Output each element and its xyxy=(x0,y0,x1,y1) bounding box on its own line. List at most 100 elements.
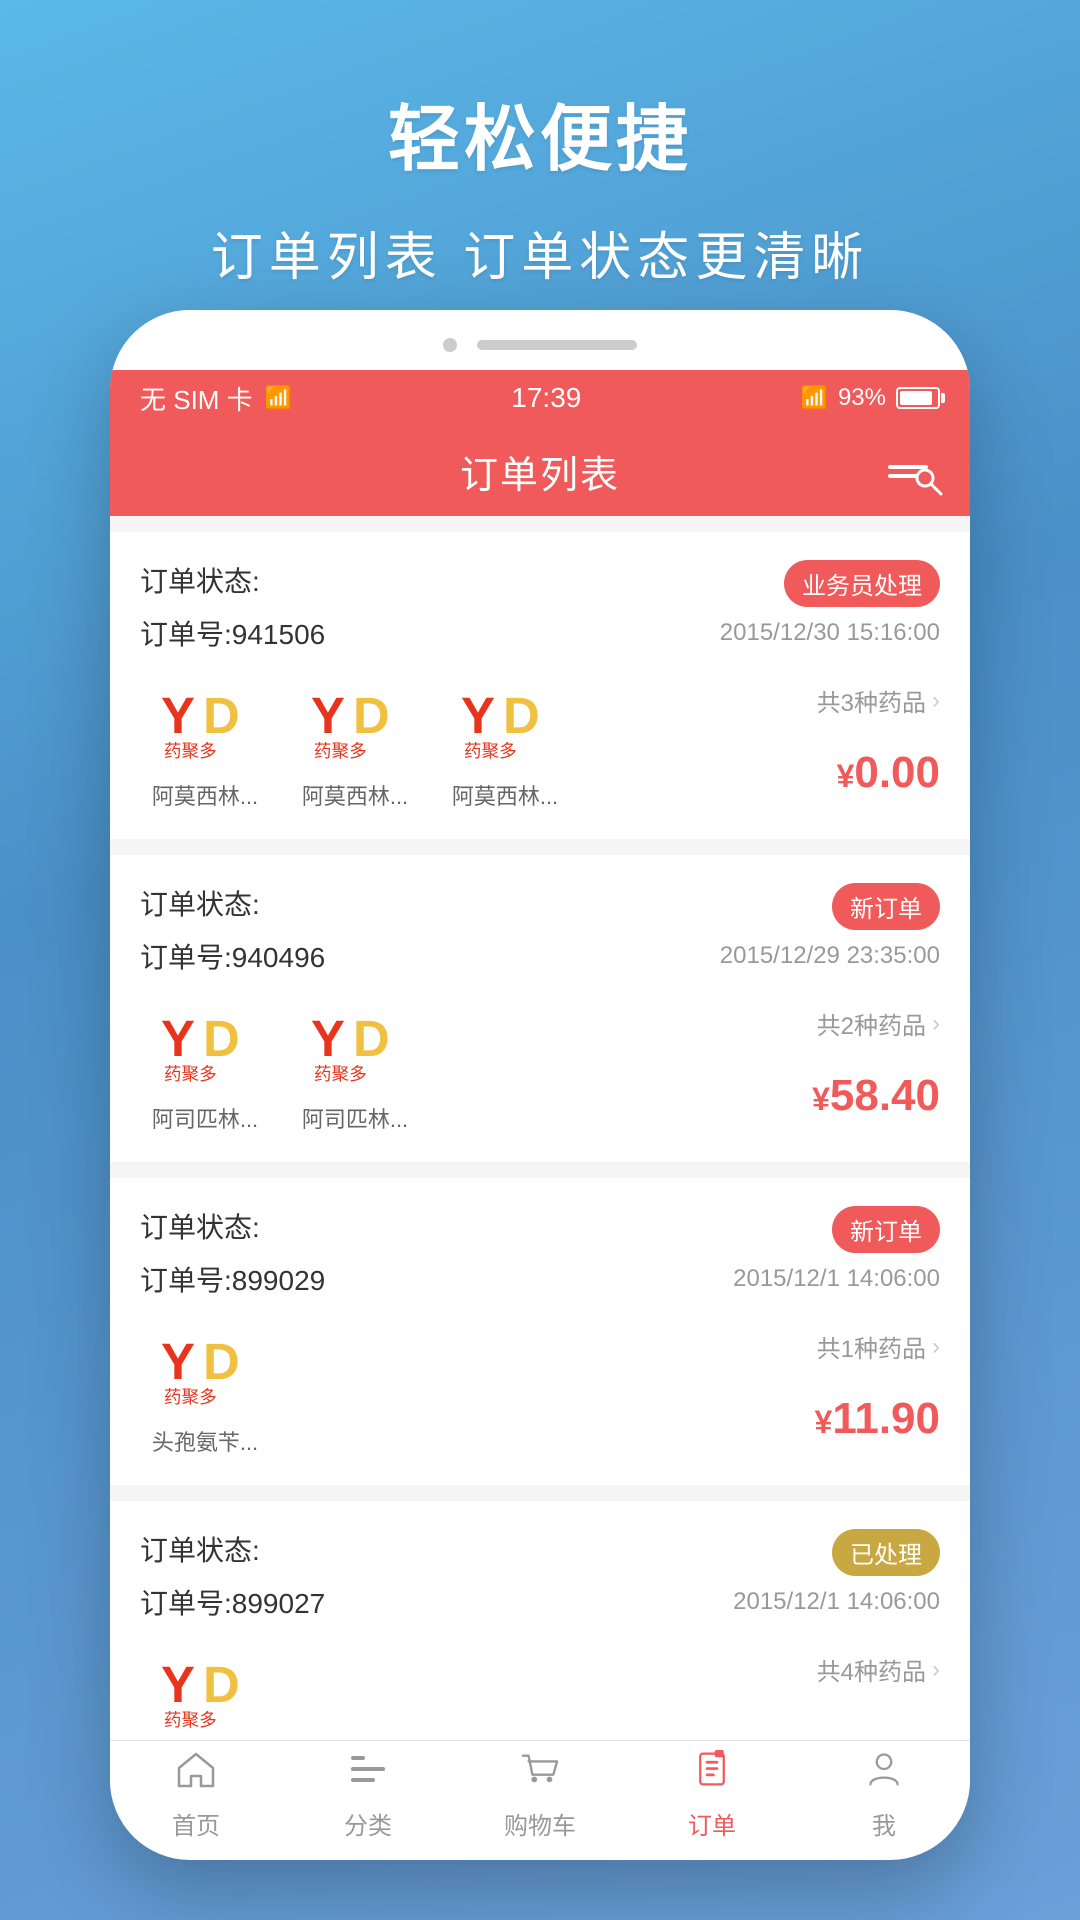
product-logo-1-2: Y D 药聚多 xyxy=(300,673,410,773)
order-header-3: 订单状态: 新订单 xyxy=(140,1206,940,1253)
product-item-2-1: Y D 药聚多 阿司匹林... xyxy=(140,996,270,1134)
product-item-1-3: Y D 药聚多 阿莫西林... xyxy=(440,673,570,811)
products-row-2: Y D 药聚多 阿司匹林... Y D xyxy=(140,996,940,1134)
order-header-4: 订单状态: 已处理 xyxy=(140,1529,940,1576)
status-right: 📶 93% xyxy=(801,384,940,412)
phone-speaker xyxy=(477,340,637,350)
nav-bar: 订单列表 xyxy=(110,426,970,516)
order-status-label-1: 订单状态: xyxy=(140,560,260,600)
product-logo-3-1: Y D 药聚多 xyxy=(150,1319,260,1419)
svg-text:Y: Y xyxy=(161,1010,195,1067)
order-price-3: ¥11.90 xyxy=(815,1394,940,1444)
status-left: 无 SIM 卡 📶 xyxy=(140,380,292,417)
promo-area: 轻松便捷 订单列表 订单状态更清晰 xyxy=(0,0,1080,350)
order-number-3: 订单号:899029 xyxy=(140,1259,325,1299)
phone-mockup: 无 SIM 卡 📶 17:39 📶 93% 订单列表 xyxy=(110,310,970,1860)
product-count-4: 共4种药品 › xyxy=(817,1652,940,1687)
phone-camera xyxy=(443,338,457,352)
status-time: 17:39 xyxy=(511,382,581,414)
product-logo-2-1: Y D 药聚多 xyxy=(150,996,260,1096)
tab-orders-label: 订单 xyxy=(688,1806,736,1841)
order-header-2: 订单状态: 新订单 xyxy=(140,883,940,930)
product-count-1: 共3种药品 › xyxy=(817,683,940,718)
svg-text:D: D xyxy=(503,687,540,744)
tab-orders[interactable]: 订单 xyxy=(626,1750,798,1841)
yd-brand-logo-7: Y D 药聚多 xyxy=(155,1648,255,1736)
order-time-3: 2015/12/1 14:06:00 xyxy=(733,1265,940,1293)
nav-search-filter-button[interactable] xyxy=(888,447,940,495)
svg-text:Y: Y xyxy=(161,687,195,744)
products-list-4: Y D 药聚多 xyxy=(140,1642,760,1740)
product-summary-4: 共4种药品 › xyxy=(760,1642,940,1717)
product-count-2: 共2种药品 › xyxy=(817,1006,940,1041)
products-row-3: Y D 药聚多 头孢氨苄... 共1种药品 › ¥11.90 xyxy=(140,1319,940,1457)
order-price-1: ¥0.00 xyxy=(837,748,940,798)
tab-me-label: 我 xyxy=(872,1806,896,1841)
svg-text:D: D xyxy=(353,1010,390,1067)
product-name-1-2: 阿莫西林... xyxy=(302,779,408,811)
order-status-label-2: 订单状态: xyxy=(140,883,260,923)
chevron-icon-4: › xyxy=(932,1656,940,1684)
svg-text:药聚多: 药聚多 xyxy=(164,1064,217,1084)
chevron-icon-2: › xyxy=(932,1010,940,1038)
order-meta-1: 订单号:941506 2015/12/30 15:16:00 xyxy=(140,613,940,653)
order-card-2[interactable]: 订单状态: 新订单 订单号:940496 2015/12/29 23:35:00… xyxy=(110,855,970,1162)
svg-text:Y: Y xyxy=(311,687,345,744)
order-number-2: 订单号:940496 xyxy=(140,936,325,976)
battery-fill xyxy=(900,391,932,405)
nav-title: 订单列表 xyxy=(460,444,620,499)
svg-text:D: D xyxy=(203,1010,240,1067)
order-header-1: 订单状态: 业务员处理 xyxy=(140,560,940,607)
product-item-3-1: Y D 药聚多 头孢氨苄... xyxy=(140,1319,270,1457)
svg-text:Y: Y xyxy=(161,1333,195,1390)
svg-text:D: D xyxy=(203,1333,240,1390)
order-status-badge-1: 业务员处理 xyxy=(784,560,940,607)
tab-category[interactable]: 分类 xyxy=(282,1750,454,1841)
home-icon xyxy=(175,1750,217,1798)
yd-brand-logo-6: Y D 药聚多 xyxy=(155,1325,255,1413)
tab-home[interactable]: 首页 xyxy=(110,1750,282,1841)
chevron-icon-3: › xyxy=(932,1333,940,1361)
order-meta-3: 订单号:899029 2015/12/1 14:06:00 xyxy=(140,1259,940,1299)
yd-brand-logo-4: Y D 药聚多 xyxy=(155,1002,255,1090)
product-count-3: 共1种药品 › xyxy=(817,1329,940,1364)
order-card-3[interactable]: 订单状态: 新订单 订单号:899029 2015/12/1 14:06:00 … xyxy=(110,1178,970,1485)
product-item-1-2: Y D 药聚多 阿莫西林... xyxy=(290,673,420,811)
order-card-4[interactable]: 订单状态: 已处理 订单号:899027 2015/12/1 14:06:00 … xyxy=(110,1501,970,1740)
product-item-4-1: Y D 药聚多 xyxy=(140,1642,270,1740)
carrier-text: 无 SIM 卡 xyxy=(140,380,253,417)
tab-cart[interactable]: 购物车 xyxy=(454,1750,626,1841)
product-logo-1-3: Y D 药聚多 xyxy=(450,673,560,773)
order-price-2: ¥58.40 xyxy=(812,1071,940,1121)
tab-home-label: 首页 xyxy=(172,1806,220,1841)
order-status-label-3: 订单状态: xyxy=(140,1206,260,1246)
svg-text:药聚多: 药聚多 xyxy=(164,1387,217,1407)
svg-text:Y: Y xyxy=(311,1010,345,1067)
chevron-icon-1: › xyxy=(932,687,940,715)
order-card-1[interactable]: 订单状态: 业务员处理 订单号:941506 2015/12/30 15:16:… xyxy=(110,532,970,839)
yd-brand-logo-5: Y D 药聚多 xyxy=(305,1002,405,1090)
tab-bar: 首页 分类 xyxy=(110,1740,970,1850)
product-name-1-3: 阿莫西林... xyxy=(452,779,558,811)
order-status-badge-4: 已处理 xyxy=(832,1529,940,1576)
promo-title: 轻松便捷 xyxy=(60,80,1020,185)
battery-indicator xyxy=(896,387,940,409)
order-number-4: 订单号:899027 xyxy=(140,1582,325,1622)
tab-category-label: 分类 xyxy=(344,1806,392,1841)
battery-box xyxy=(896,387,940,409)
products-list-2: Y D 药聚多 阿司匹林... Y D xyxy=(140,996,760,1134)
bluetooth-icon: 📶 xyxy=(801,385,828,411)
product-summary-3: 共1种药品 › ¥11.90 xyxy=(760,1319,940,1444)
order-status-badge-2: 新订单 xyxy=(832,883,940,930)
product-item-2-2: Y D 药聚多 阿司匹林... xyxy=(290,996,420,1134)
product-summary-2: 共2种药品 › ¥58.40 xyxy=(760,996,940,1121)
products-list-3: Y D 药聚多 头孢氨苄... xyxy=(140,1319,760,1457)
order-time-4: 2015/12/1 14:06:00 xyxy=(733,1588,940,1616)
product-logo-1-1: Y D 药聚多 xyxy=(150,673,260,773)
tab-me[interactable]: 我 xyxy=(798,1750,970,1841)
yd-brand-logo-3: Y D 药聚多 xyxy=(455,679,555,767)
product-name-1-1: 阿莫西林... xyxy=(152,779,258,811)
order-meta-2: 订单号:940496 2015/12/29 23:35:00 xyxy=(140,936,940,976)
search-icon xyxy=(914,467,944,497)
product-name-3-1: 头孢氨苄... xyxy=(152,1425,258,1457)
